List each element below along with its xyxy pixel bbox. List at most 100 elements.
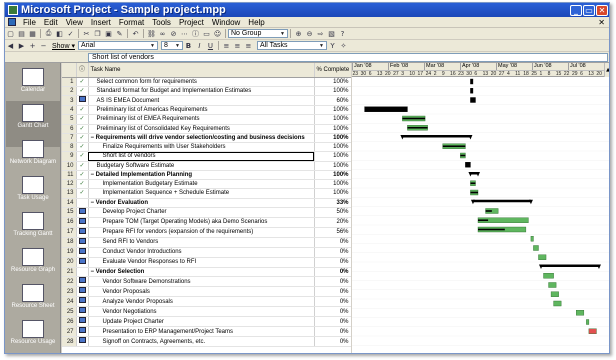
- paste-icon[interactable]: ▣: [104, 29, 113, 38]
- menu-project[interactable]: Project: [175, 18, 208, 27]
- show-button[interactable]: Show ▾: [49, 42, 78, 50]
- format-painter-icon[interactable]: ✎: [115, 29, 124, 38]
- open-icon[interactable]: ▤: [17, 29, 26, 38]
- task-bar[interactable]: [470, 78, 474, 85]
- underline-icon[interactable]: U: [206, 41, 215, 50]
- print-preview-icon[interactable]: ◧: [55, 29, 64, 38]
- task-name-cell[interactable]: Send RFI to Vendors: [88, 237, 315, 248]
- percent-complete-cell[interactable]: 0%: [314, 296, 351, 307]
- task-bar[interactable]: [576, 310, 585, 316]
- table-row[interactable]: 18 Send RFI to Vendors 0%: [62, 237, 351, 248]
- percent-complete-cell[interactable]: 100%: [314, 161, 351, 171]
- font-select[interactable]: Arial ▼: [77, 41, 158, 50]
- table-row[interactable]: 8 ✓ Finalize Requirements with User Stakeh…: [62, 142, 351, 153]
- row-number[interactable]: 20: [62, 257, 77, 268]
- row-number[interactable]: 5: [62, 114, 77, 125]
- table-row[interactable]: 22 Vendor Software Demonstrations 0%: [62, 276, 351, 287]
- table-row[interactable]: 6 ✓ Preliminary list of Consolidated Key R…: [62, 124, 351, 134]
- task-name-cell[interactable]: Signoff on Contracts, Agreements, etc.: [88, 336, 315, 347]
- go-to-task-icon[interactable]: ⇨: [316, 29, 325, 38]
- align-left-icon[interactable]: ≡: [222, 41, 231, 50]
- row-number[interactable]: 15: [62, 207, 77, 218]
- row-number[interactable]: 7: [62, 133, 77, 144]
- copy-picture-icon[interactable]: ▧: [327, 29, 336, 38]
- row-number[interactable]: 11: [62, 170, 77, 181]
- task-name-cell[interactable]: Implementation Budgetary Estimate: [88, 179, 315, 190]
- table-row[interactable]: 19 Conduct Vendor Introductions 0%: [62, 247, 351, 258]
- task-bar[interactable]: [538, 254, 547, 260]
- assign-resources-icon[interactable]: ☺: [213, 29, 222, 38]
- table-row[interactable]: 7 ✓ − Requirements will drive vendor selec…: [62, 133, 351, 144]
- percent-complete-cell[interactable]: 60%: [314, 95, 351, 106]
- task-name-cell[interactable]: Update Project Charter: [88, 316, 315, 327]
- task-name-cell[interactable]: Prepare RFI for vendors (expansion of th…: [88, 227, 315, 238]
- row-number[interactable]: 24: [62, 296, 77, 307]
- task-bar[interactable]: [530, 236, 534, 242]
- task-notes-icon[interactable]: ▭: [202, 29, 211, 38]
- italic-icon[interactable]: I: [195, 41, 204, 50]
- table-row[interactable]: 23 Vendor Proposals 0%: [62, 286, 351, 297]
- critical-task-bar[interactable]: [588, 328, 597, 334]
- task-name-cell[interactable]: Preliminary list of EMEA Requirements: [88, 114, 315, 125]
- table-row[interactable]: 5 ✓ Preliminary list of EMEA Requirements 1…: [62, 114, 351, 125]
- table-row[interactable]: 27 Presentation to ERP Management/Project…: [62, 326, 351, 337]
- table-row[interactable]: 28 Signoff on Contracts, Agreements, etc.…: [62, 336, 351, 347]
- percent-complete-cell[interactable]: 0%: [314, 316, 351, 327]
- table-row[interactable]: 1 ✓ Select common form for requirements 100…: [62, 77, 351, 87]
- task-bar[interactable]: [470, 97, 476, 103]
- task-name-cell[interactable]: Conduct Vendor Introductions: [88, 247, 315, 258]
- task-name-cell[interactable]: Vendor Software Demonstrations: [88, 276, 315, 287]
- unlink-tasks-icon[interactable]: ⊘: [169, 29, 178, 38]
- table-row[interactable]: 25 Vendor Negotiations 0%: [62, 306, 351, 317]
- table-row[interactable]: 13 ✓ Implementation Sequence + Schedule Es…: [62, 188, 351, 199]
- font-size-select[interactable]: 8 ▼: [160, 41, 183, 50]
- maximize-button[interactable]: ▭: [583, 4, 595, 16]
- row-number[interactable]: 25: [62, 306, 77, 317]
- row-number[interactable]: 19: [62, 247, 77, 258]
- title-bar[interactable]: Microsoft Project - Sample project.mpp _…: [5, 3, 609, 17]
- task-name-cell[interactable]: − Requirements will drive vendor selecti…: [88, 133, 315, 144]
- task-name-cell[interactable]: Short list of vendors: [88, 151, 315, 162]
- task-name-cell[interactable]: Vendor Negotiations: [88, 306, 315, 317]
- menu-help[interactable]: Help: [244, 18, 268, 27]
- table-row[interactable]: 17 Prepare RFI for vendors (expansion of …: [62, 227, 351, 238]
- table-row[interactable]: 16 Prepare TOM (Target Operating Models) …: [62, 217, 351, 228]
- row-number[interactable]: 10: [62, 161, 77, 171]
- percent-complete-cell[interactable]: 0%: [314, 286, 351, 297]
- task-name-cell[interactable]: Standard format for Budget and Implement…: [88, 86, 315, 97]
- row-number[interactable]: 28: [62, 336, 77, 347]
- task-name-cell[interactable]: Vendor Proposals: [88, 286, 315, 297]
- percent-complete-cell[interactable]: 100%: [314, 151, 351, 162]
- task-name-cell[interactable]: Finalize Requirements with User Stakehol…: [88, 142, 315, 153]
- percent-complete-cell[interactable]: 0%: [314, 237, 351, 248]
- row-number[interactable]: 21: [62, 267, 77, 278]
- table-row[interactable]: 3 AS IS EMEA Document 60%: [62, 95, 351, 106]
- menu-edit[interactable]: Edit: [40, 18, 62, 27]
- task-name-cell[interactable]: − Vendor Selection: [88, 267, 315, 278]
- link-tasks-icon[interactable]: ∞: [158, 29, 167, 38]
- percent-complete-cell[interactable]: 100%: [314, 105, 351, 116]
- table-row[interactable]: 9 ✓ Short list of vendors 100%: [62, 151, 351, 162]
- table-row[interactable]: 14 − Vendor Evaluation 33%: [62, 198, 351, 208]
- summary-bar[interactable]: [400, 135, 473, 140]
- menu-view[interactable]: View: [62, 18, 87, 27]
- menu-window[interactable]: Window: [208, 18, 244, 27]
- print-icon[interactable]: ⎙: [44, 29, 53, 38]
- table-row[interactable]: 26 Update Project Charter 0%: [62, 316, 351, 327]
- task-bar[interactable]: [470, 88, 474, 94]
- spelling-icon[interactable]: ✓: [66, 29, 75, 38]
- summary-bar[interactable]: [470, 199, 533, 205]
- table-row[interactable]: 12 ✓ Implementation Budgetary Estimate 100%: [62, 179, 351, 190]
- task-name-cell[interactable]: Develop Project Charter: [88, 207, 315, 218]
- menu-tools[interactable]: Tools: [148, 18, 175, 27]
- new-icon[interactable]: ▢: [6, 29, 15, 38]
- bold-icon[interactable]: B: [184, 41, 193, 50]
- plus-icon[interactable]: +: [28, 41, 37, 50]
- select-all-cell[interactable]: [62, 63, 77, 78]
- arrow-left-icon[interactable]: ◀: [6, 41, 15, 50]
- split-task-icon[interactable]: ⋯: [180, 29, 189, 38]
- close-button[interactable]: ✕: [596, 4, 608, 16]
- task-bar[interactable]: [548, 282, 557, 288]
- task-bar[interactable]: [533, 245, 539, 251]
- zoom-out-icon[interactable]: ⊖: [305, 29, 314, 38]
